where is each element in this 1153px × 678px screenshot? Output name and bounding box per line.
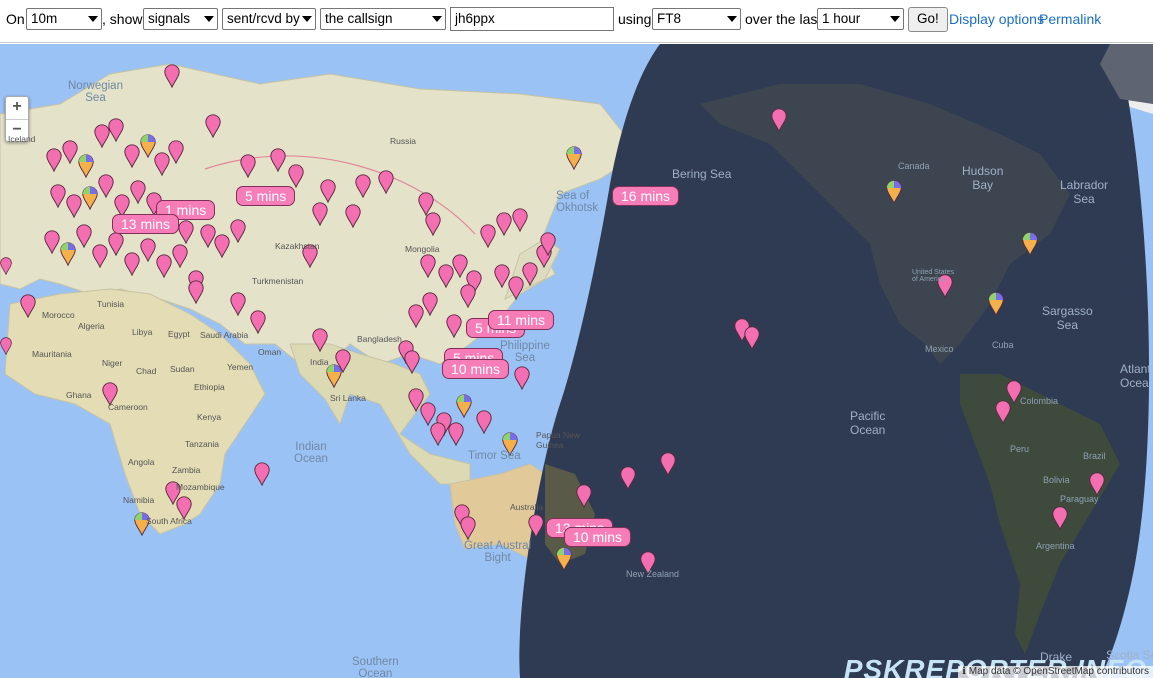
map-label-papua-new-guinea: Papua New Guinea — [536, 430, 580, 450]
direction-select[interactable]: sent/rcvd by — [222, 8, 316, 30]
map-label-ethiopia: Ethiopia — [194, 382, 225, 392]
map-label-cuba: Cuba — [992, 340, 1014, 350]
map-label-oman: Oman — [258, 347, 282, 357]
time-bubble[interactable]: 13 mins — [112, 214, 180, 234]
map-label-norwegian-sea: Norwegian Sea — [68, 80, 123, 104]
map-label-libya: Libya — [132, 327, 153, 337]
map-attribution[interactable]: ℹ Map data © OpenStreetMap contributors — [958, 666, 1153, 678]
time-bubble[interactable]: 16 mins — [612, 186, 680, 206]
map-label-great-australian-bight: Great Austral Bight — [464, 540, 532, 564]
band-select[interactable]: 10m — [26, 8, 102, 30]
map-label-united-states: United States of America — [912, 269, 955, 283]
mode-select[interactable]: FT8 — [652, 8, 741, 30]
permalink-link[interactable]: Permalink — [1039, 11, 1101, 27]
map-view[interactable]: + − Norwegian Sea Iceland Russia Kazakhs… — [0, 44, 1153, 678]
chevron-down-icon — [890, 16, 900, 22]
map-label-sea-of-okhotsk: Sea of Okhotsk — [556, 190, 599, 214]
map-label-mongolia: Mongolia — [405, 244, 440, 254]
map-label-indian-ocean: Indian Ocean — [294, 441, 328, 465]
map-label-tunisia: Tunisia — [97, 299, 125, 309]
callsign-input[interactable]: jh6ppx — [450, 7, 614, 31]
map-label-argentina: Argentina — [1036, 541, 1075, 551]
chevron-down-icon — [88, 16, 98, 22]
time-bubble[interactable]: 10 mins — [442, 359, 510, 379]
chevron-down-icon — [727, 16, 737, 22]
map-label-hudson-bay: Hudson Bay — [962, 164, 1004, 192]
map-label-colombia: Colombia — [1020, 396, 1059, 406]
map-label-new-zealand: New Zealand — [626, 569, 680, 579]
map-label-turkmenistan: Turkmenistan — [252, 276, 304, 286]
map-label-bolivia: Bolivia — [1043, 475, 1070, 485]
map-label-mexico: Mexico — [925, 344, 954, 354]
display-options-link[interactable]: Display options — [949, 11, 1044, 27]
chevron-down-icon — [302, 16, 312, 22]
map-label-russia: Russia — [390, 136, 416, 146]
map-label-sudan: Sudan — [170, 364, 195, 374]
map-label-morocco: Morocco — [42, 310, 75, 320]
map-label-timor-sea: Timor Sea — [468, 450, 521, 462]
map-label-paraguay: Paraguay — [1060, 494, 1099, 504]
using-label: using — [618, 11, 652, 27]
map-label-philippine-sea: Philippine Sea — [500, 340, 550, 364]
map-label-india: India — [310, 357, 329, 367]
map-label-south-africa: South Africa — [146, 516, 192, 526]
map-label-kenya: Kenya — [197, 412, 222, 422]
map-label-yemen: Yemen — [227, 362, 254, 372]
map-label-bangladesh: Bangladesh — [357, 334, 402, 344]
map-label-ghana: Ghana — [66, 390, 92, 400]
map-label-cameroon: Cameroon — [108, 402, 148, 412]
map-label-niger: Niger — [102, 358, 123, 368]
map-label-brazil: Brazil — [1083, 451, 1106, 461]
map-label-mauritania: Mauritania — [32, 349, 72, 359]
map-label-australia: Australia — [510, 502, 544, 512]
map-label-labrador-sea: Labrador Sea — [1060, 178, 1109, 206]
query-toolbar: On 10m , show signals sent/rcvd by the c… — [0, 0, 1153, 43]
map-label-southern-ocean: Southern Ocean — [352, 656, 399, 678]
map-label-zambia: Zambia — [172, 465, 201, 475]
map-label-angola: Angola — [128, 457, 155, 467]
period-select[interactable]: 1 hour — [817, 8, 904, 30]
time-bubble[interactable]: 11 mins — [488, 310, 554, 330]
map-label-sri-lanka: Sri Lanka — [330, 393, 366, 403]
map-label-namibia: Namibia — [123, 495, 155, 505]
period-label: over the last — [745, 11, 822, 27]
map-label-egypt: Egypt — [168, 329, 190, 339]
map-label-atlantic-ocean: Atlant Ocea — [1120, 362, 1151, 390]
map-label-sargasso-sea: Sargasso Sea — [1042, 304, 1093, 332]
target-select[interactable]: the callsign — [320, 8, 446, 30]
map-label-pacific-ocean: Pacific Ocean — [850, 409, 886, 437]
time-bubble[interactable]: 10 mins — [564, 527, 632, 547]
chevron-down-icon — [204, 16, 214, 22]
show-label: , show — [102, 11, 143, 27]
time-bubble[interactable]: 5 mins — [236, 186, 296, 206]
map-label-tanzania: Tanzania — [185, 439, 220, 449]
map-label-algeria: Algeria — [78, 321, 105, 331]
map-label-saudi-arabia: Saudi Arabia — [200, 330, 249, 340]
go-button[interactable]: Go! — [908, 7, 948, 32]
map-label-iceland: Iceland — [8, 134, 36, 144]
map-label-kazakhstan: Kazakhstan — [275, 241, 320, 251]
zoom-in-button[interactable]: + — [6, 97, 28, 120]
map-label-bering-sea: Bering Sea — [672, 167, 732, 181]
map-label-mozambique: Mozambique — [176, 482, 225, 492]
chevron-down-icon — [432, 16, 442, 22]
on-label: On — [6, 11, 25, 27]
map-label-canada: Canada — [898, 161, 930, 171]
show-type-select[interactable]: signals — [143, 8, 218, 30]
map-label-peru: Peru — [1010, 444, 1030, 454]
map-canvas — [0, 44, 1153, 678]
map-label-chad: Chad — [136, 366, 157, 376]
